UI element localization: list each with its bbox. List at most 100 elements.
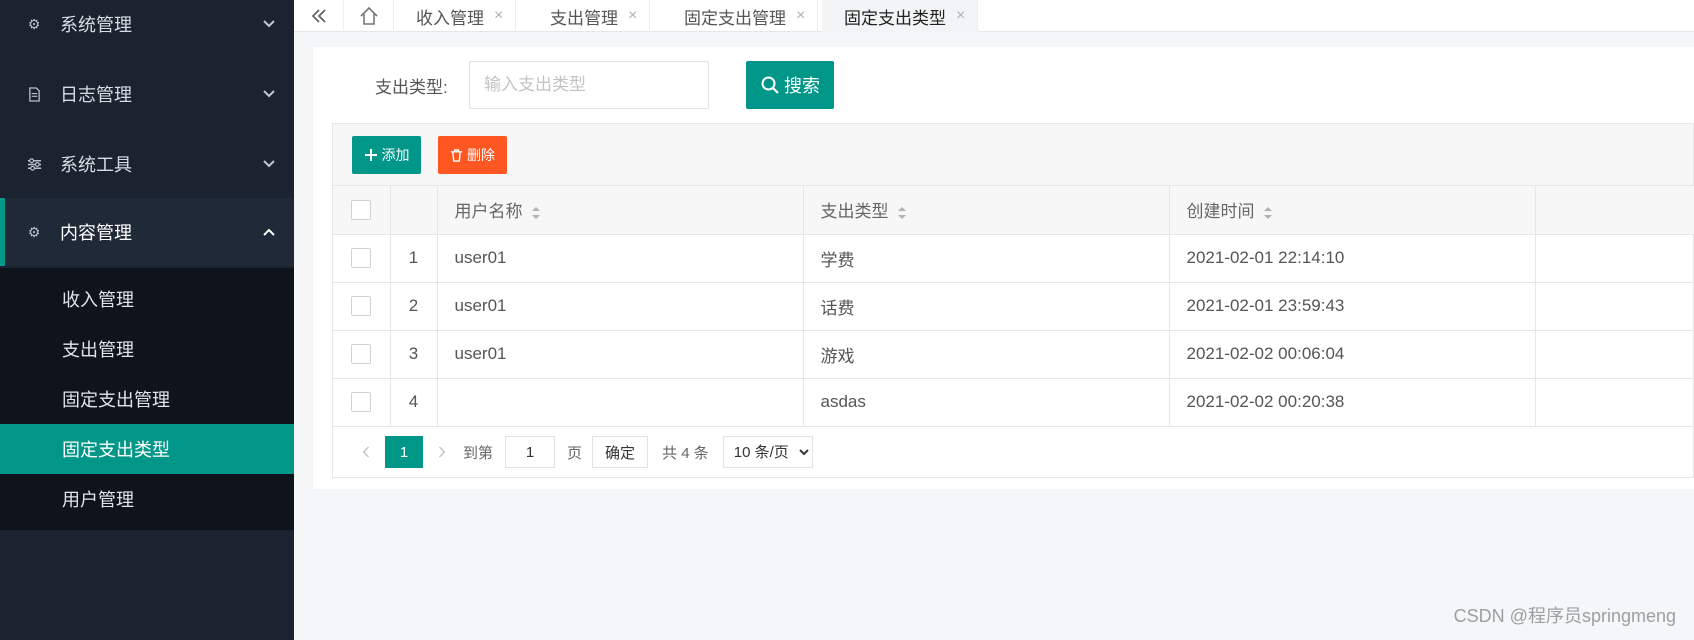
watermark: CSDN @程序员springmeng — [1453, 606, 1676, 626]
close-icon[interactable]: × — [628, 7, 637, 25]
table-header-row: 用户名称 支出类型 创建时间 — [333, 186, 1694, 235]
header-created[interactable]: 创建时间 — [1169, 186, 1536, 235]
submenu-item-fixed-expense-type[interactable]: 固定支出类型 — [0, 424, 294, 474]
submenu-item-expense[interactable]: 支出管理 — [0, 324, 294, 374]
row-select-cell — [333, 282, 391, 331]
row-checkbox[interactable] — [351, 392, 372, 413]
tab-expense[interactable]: 支出管理 × — [528, 0, 651, 32]
chevron-down-icon — [263, 20, 275, 28]
sort-icon[interactable] — [1263, 205, 1273, 221]
tab-income[interactable]: 收入管理 × — [394, 0, 517, 32]
tab-bar: 收入管理 × 支出管理 × 固定支出管理 × 固定支出类型 × — [294, 0, 1694, 32]
row-username: user01 — [437, 234, 804, 283]
row-select-cell — [333, 330, 391, 379]
header-label: 支出类型 — [820, 202, 889, 222]
row-username: user01 — [437, 330, 804, 379]
collapse-tabs-button[interactable] — [294, 0, 344, 32]
menu-label: 系统工具 — [60, 155, 132, 175]
row-type: 话费 — [803, 282, 1170, 331]
menu-log[interactable]: 日志管理 — [0, 60, 294, 128]
row-select-cell — [333, 378, 391, 427]
row-extra — [1535, 330, 1694, 379]
table-row: 1 user01 学费 2021-02-01 22:14:10 — [333, 234, 1694, 283]
search-input[interactable] — [469, 61, 709, 109]
page-number-current[interactable]: 1 — [385, 436, 423, 468]
search-icon — [761, 76, 779, 94]
gear-icon: ⚙ — [27, 15, 41, 32]
chevron-left-icon — [362, 446, 369, 458]
sidebar: ⚙ 系统管理 日志管理 系统工具 ⚙ 内容管理 收入管理 支出管理 固定支出管理… — [0, 0, 294, 640]
row-index: 1 — [390, 234, 438, 283]
delete-button-label: 删除 — [467, 147, 495, 163]
tab-label: 支出管理 — [550, 8, 618, 28]
page-size-select[interactable]: 10 条/页 — [722, 436, 813, 468]
submenu-item-fixed-expense[interactable]: 固定支出管理 — [0, 374, 294, 424]
row-index: 2 — [390, 282, 438, 331]
next-page-button[interactable] — [427, 436, 457, 468]
chevron-right-icon — [439, 446, 446, 458]
tab-fixed-expense-type[interactable]: 固定支出类型 × — [822, 0, 979, 32]
row-checkbox[interactable] — [351, 296, 372, 317]
sort-icon[interactable] — [897, 205, 907, 221]
goto-confirm-button[interactable]: 确定 — [592, 436, 649, 468]
home-icon — [359, 6, 378, 25]
menu-tools[interactable]: 系统工具 — [0, 130, 294, 198]
header-label: 创建时间 — [1186, 202, 1255, 222]
data-table: 添加 删除 用户名称 支出类型 创建时间 1 user01 学费 2021-02… — [332, 123, 1694, 478]
prev-page-button[interactable] — [351, 436, 381, 468]
row-extra — [1535, 234, 1694, 283]
header-type[interactable]: 支出类型 — [803, 186, 1170, 235]
header-label: 用户名称 — [454, 202, 523, 222]
menu-label: 日志管理 — [60, 85, 132, 105]
chevron-up-icon — [263, 228, 275, 236]
chevron-down-icon — [263, 90, 275, 98]
tab-fixed-expense[interactable]: 固定支出管理 × — [662, 0, 819, 32]
trash-icon — [450, 148, 463, 162]
select-all-cell — [333, 186, 391, 235]
search-button-label: 搜索 — [784, 76, 820, 96]
submenu-item-income[interactable]: 收入管理 — [0, 274, 294, 324]
add-button[interactable]: 添加 — [352, 136, 421, 174]
table-row: 4 asdas 2021-02-02 00:20:38 — [333, 378, 1694, 427]
header-username[interactable]: 用户名称 — [437, 186, 804, 235]
close-icon[interactable]: × — [796, 7, 805, 25]
content-panel: 支出类型: 搜索 添加 删除 用户名称 — [313, 47, 1694, 489]
sort-icon[interactable] — [531, 205, 541, 221]
submenu: 收入管理 支出管理 固定支出管理 固定支出类型 用户管理 — [0, 268, 294, 530]
menu-label: 系统管理 — [60, 15, 132, 35]
delete-button[interactable]: 删除 — [438, 136, 507, 174]
sliders-icon — [26, 156, 42, 172]
search-label: 支出类型: — [375, 78, 448, 97]
submenu-item-user[interactable]: 用户管理 — [0, 474, 294, 524]
row-checkbox[interactable] — [351, 344, 372, 365]
search-button[interactable]: 搜索 — [746, 61, 834, 109]
row-username: user01 — [437, 282, 804, 331]
total-count: 共 4 条 — [662, 444, 709, 462]
close-icon[interactable]: × — [494, 7, 503, 25]
close-icon[interactable]: × — [956, 7, 965, 25]
row-type: 学费 — [803, 234, 1170, 283]
row-type: 游戏 — [803, 330, 1170, 379]
row-created: 2021-02-01 22:14:10 — [1169, 234, 1536, 283]
chevron-down-icon — [263, 160, 275, 168]
row-select-cell — [333, 234, 391, 283]
table: 用户名称 支出类型 创建时间 1 user01 学费 2021-02-01 22… — [333, 186, 1694, 427]
select-all-checkbox[interactable] — [351, 200, 372, 220]
tab-label: 收入管理 — [416, 8, 484, 28]
row-extra — [1535, 378, 1694, 427]
home-tab-button[interactable] — [344, 0, 394, 32]
row-extra — [1535, 282, 1694, 331]
pagination: 1 到第 页 确定 共 4 条 10 条/页 — [333, 426, 1693, 478]
index-header — [390, 186, 438, 235]
menu-label: 内容管理 — [60, 223, 132, 243]
menu-system[interactable]: ⚙ 系统管理 — [0, 0, 294, 58]
goto-page-input[interactable] — [505, 436, 556, 468]
row-checkbox[interactable] — [351, 248, 372, 269]
double-chevron-left-icon — [311, 9, 326, 23]
tab-label: 固定支出管理 — [684, 8, 786, 28]
row-index: 3 — [390, 330, 438, 379]
page-unit-label: 页 — [567, 444, 583, 462]
menu-content[interactable]: ⚙ 内容管理 — [0, 198, 294, 266]
row-created: 2021-02-02 00:06:04 — [1169, 330, 1536, 379]
add-button-label: 添加 — [381, 147, 410, 163]
